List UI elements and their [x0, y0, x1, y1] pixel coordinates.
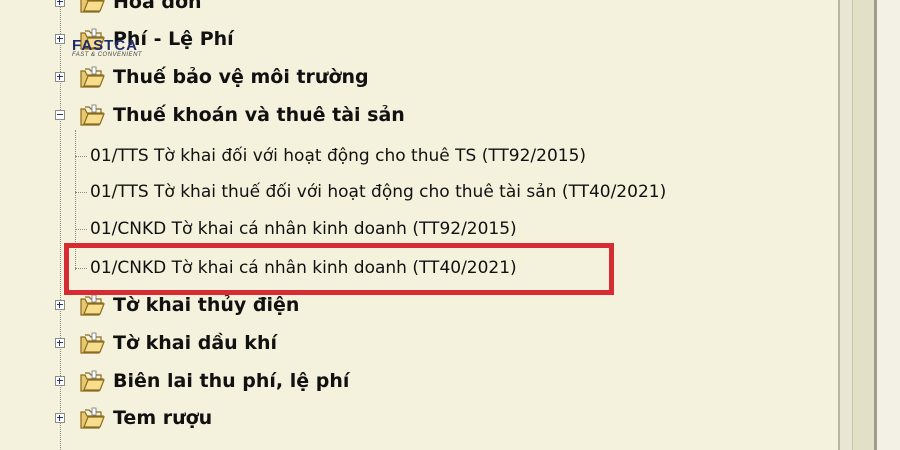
tree-folder-label: Tờ khai dầu khí: [113, 332, 277, 354]
tree-leaf-01tts-tt40[interactable]: 01/TTS Tờ khai thuế đối với hoạt động ch…: [90, 177, 666, 207]
tree-folder-label: Thuế khoán và thuê tài sản: [113, 104, 405, 126]
tree-folder-label: Thuế bảo vệ môi trường: [113, 66, 369, 88]
tree-leaf-01cnkd-tt92[interactable]: 01/CNKD Tờ khai cá nhân kinh doanh (TT92…: [90, 214, 517, 244]
tree-folder-dau-khi[interactable]: Tờ khai dầu khí: [55, 328, 277, 358]
folder-open-icon: [79, 103, 105, 127]
tree-leaf-label: 01/TTS Tờ khai thuế đối với hoạt động ch…: [90, 182, 667, 202]
folder-open-icon: [79, 293, 105, 317]
tree-folder-label: Tem rượu: [113, 407, 213, 429]
tree-folder-label: Tờ khai thủy điện: [113, 294, 300, 316]
tree-expander-icon[interactable]: [55, 338, 65, 348]
fastca-logo: FASTCA FAST & CONVENIENT: [72, 37, 142, 58]
tree-connector-line: [75, 192, 87, 193]
tree-folder-thue-khoan[interactable]: Thuế khoán và thuê tài sản: [55, 100, 405, 130]
tree-connector-line: [75, 229, 87, 230]
highlight-annotation-box: [64, 243, 614, 295]
tree-expander-icon[interactable]: [55, 34, 65, 44]
tree-expander-icon[interactable]: [55, 376, 65, 386]
window-edge: [877, 0, 900, 450]
panel-border: [838, 0, 840, 450]
tree-folder-tem-ruou[interactable]: Tem rượu: [55, 403, 212, 433]
tree-expander-icon[interactable]: [55, 413, 65, 423]
tree-folder-label: Hóa đơn: [113, 0, 202, 13]
logo-tagline: FAST & CONVENIENT: [72, 52, 143, 58]
tree-expander-icon[interactable]: [55, 0, 65, 7]
tree-leaf-label: 01/TTS Tờ khai đối với hoạt động cho thu…: [90, 146, 587, 166]
tree-folder-label: Biên lai thu phí, lệ phí: [113, 370, 350, 392]
tree-folder-thue-bvmt[interactable]: Thuế bảo vệ môi trường: [55, 62, 369, 92]
folder-open-icon: [79, 369, 105, 393]
tree-expander-icon[interactable]: [55, 300, 65, 310]
folder-open-icon: [79, 406, 105, 430]
tree-folder-bien-lai[interactable]: Biên lai thu phí, lệ phí: [55, 366, 349, 396]
tree-connector-line: [75, 156, 87, 157]
folder-open-icon: [79, 0, 105, 14]
folder-open-icon: [79, 65, 105, 89]
tree-expander-icon[interactable]: [55, 72, 65, 82]
tree-leaf-label: 01/CNKD Tờ khai cá nhân kinh doanh (TT92…: [90, 219, 517, 239]
tree-collapser-icon[interactable]: [55, 110, 65, 120]
vertical-scrollbar[interactable]: [852, 0, 875, 450]
tree-leaf-01tts-tt92[interactable]: 01/TTS Tờ khai đối với hoạt động cho thu…: [90, 141, 586, 171]
folder-open-icon: [79, 331, 105, 355]
tree-folder-hoa-don[interactable]: Hóa đơn: [55, 0, 202, 17]
